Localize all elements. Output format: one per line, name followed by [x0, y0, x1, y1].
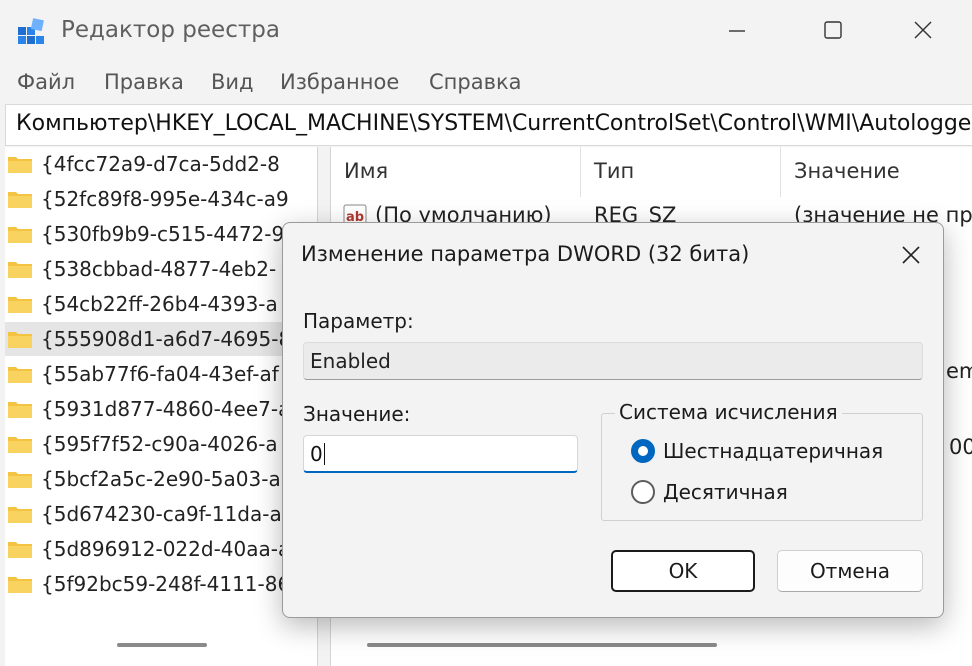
tree-item-label: {55ab77f6-fa04-43ef-af	[41, 362, 279, 386]
tree-item-label: {5d674230-ca9f-11da-a	[41, 502, 282, 526]
value-input-text: 0	[310, 442, 323, 466]
tree-item[interactable]: {55ab77f6-fa04-43ef-af	[5, 357, 317, 391]
close-window-button[interactable]	[898, 12, 948, 48]
value-label: Значение:	[303, 402, 411, 426]
folder-icon	[8, 297, 32, 313]
dialog-title: Изменение параметра DWORD (32 бита)	[301, 242, 750, 266]
radio-hex[interactable]	[631, 439, 655, 463]
folder-icon	[8, 192, 32, 208]
close-icon	[902, 246, 920, 264]
folder-icon	[8, 542, 32, 558]
param-name-field: Enabled	[303, 342, 923, 380]
folder-icon	[8, 367, 32, 383]
maximize-button[interactable]	[808, 12, 858, 48]
menu-bar: Файл Правка Вид Избранное Справка	[0, 62, 972, 102]
menu-favorites[interactable]: Избранное	[280, 70, 399, 94]
title-bar: Редактор реестра	[0, 0, 972, 62]
folder-icon	[8, 227, 32, 243]
folder-icon	[8, 332, 32, 348]
minimize-button[interactable]	[712, 12, 762, 48]
folder-icon	[8, 472, 32, 488]
partial-value-text: 00	[949, 435, 972, 459]
folder-icon	[8, 157, 32, 173]
menu-edit[interactable]: Правка	[104, 70, 184, 94]
folder-icon	[8, 507, 32, 523]
column-header-name[interactable]: Имя	[331, 147, 581, 197]
tree-scrollbar[interactable]	[117, 643, 207, 647]
close-icon	[914, 21, 932, 39]
tree-item[interactable]: {5f92bc59-248f-4111-86	[5, 567, 317, 601]
maximize-icon	[824, 21, 842, 39]
menu-help[interactable]: Справка	[429, 70, 522, 94]
address-path: Компьютер\HKEY_LOCAL_MACHINE\SYSTEM\Curr…	[16, 111, 972, 136]
tree-item-label: {4fcc72a9-d7ca-5dd2-8	[41, 152, 280, 176]
menu-file[interactable]: Файл	[17, 70, 75, 94]
param-name-value: Enabled	[310, 349, 391, 373]
cancel-button[interactable]: Отмена	[777, 550, 923, 592]
tree-item[interactable]: {52fc89f8-995e-434c-a9	[5, 182, 317, 216]
tree-item[interactable]: {530fb9b9-c515-4472-9	[5, 217, 317, 251]
param-label: Параметр:	[303, 309, 414, 333]
folder-icon	[8, 402, 32, 418]
tree-item-label: {530fb9b9-c515-4472-9	[41, 222, 285, 246]
tree-item[interactable]: {4fcc72a9-d7ca-5dd2-8	[5, 147, 317, 181]
radio-decimal[interactable]	[631, 480, 655, 504]
address-bar[interactable]: Компьютер\HKEY_LOCAL_MACHINE\SYSTEM\Curr…	[5, 104, 972, 146]
edit-dword-dialog: Изменение параметра DWORD (32 бита) Пара…	[282, 222, 944, 618]
value-input[interactable]: 0	[303, 435, 578, 473]
tree-item[interactable]: {538cbbad-4877-4eb2-	[5, 252, 317, 286]
partial-value-text: em	[946, 359, 972, 383]
tree-item-label: {595f7f52-c90a-4026-a	[41, 432, 278, 456]
tree-item-label: {5bcf2a5c-2e90-5a03-a	[41, 467, 281, 491]
tree-item[interactable]: {5bcf2a5c-2e90-5a03-a	[5, 462, 317, 496]
folder-icon	[8, 577, 32, 593]
tree-item[interactable]: {54cb22ff-26b4-4393-a	[5, 287, 317, 321]
tree-item-label: {5d896912-022d-40aa-a	[41, 537, 291, 561]
menu-view[interactable]: Вид	[211, 70, 254, 94]
minimize-icon	[729, 30, 745, 32]
base-group-title: Система исчисления	[615, 400, 842, 424]
base-groupbox	[601, 413, 923, 521]
tree-item-label: {5931d877-4860-4ee7-a	[41, 397, 291, 421]
window-title: Редактор реестра	[61, 17, 280, 43]
tree-item-selected[interactable]: {555908d1-a6d7-4695-8	[5, 322, 317, 356]
registry-editor-icon	[18, 18, 44, 44]
tree-item[interactable]: {5d896912-022d-40aa-a	[5, 532, 317, 566]
ok-button[interactable]: OK	[611, 550, 755, 592]
column-header-type[interactable]: Тип	[581, 147, 781, 197]
tree-item-label: {52fc89f8-995e-434c-a9	[41, 187, 289, 211]
dialog-close-button[interactable]	[891, 237, 931, 273]
list-scrollbar[interactable]	[367, 643, 717, 647]
tree-item-label: {54cb22ff-26b4-4393-a	[41, 292, 278, 316]
folder-icon	[8, 262, 32, 278]
column-header-value[interactable]: Значение	[781, 147, 972, 197]
folder-icon	[8, 437, 32, 453]
text-caret	[323, 443, 325, 465]
radio-decimal-label[interactable]: Десятичная	[663, 480, 788, 504]
tree-item-label: {555908d1-a6d7-4695-8	[41, 327, 292, 351]
tree-item[interactable]: {5931d877-4860-4ee7-a	[5, 392, 317, 426]
radio-hex-label[interactable]: Шестнадцатеричная	[663, 439, 883, 463]
tree-item[interactable]: {5d674230-ca9f-11da-a	[5, 497, 317, 531]
tree-item-label: {538cbbad-4877-4eb2-	[41, 257, 277, 281]
tree-item[interactable]: {595f7f52-c90a-4026-a	[5, 427, 317, 461]
tree-item-label: {5f92bc59-248f-4111-86	[41, 572, 291, 596]
key-tree[interactable]: {4fcc72a9-d7ca-5dd2-8 {52fc89f8-995e-434…	[5, 147, 318, 666]
